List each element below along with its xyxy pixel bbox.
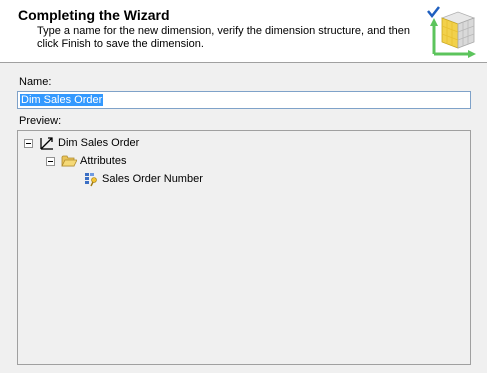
tree-node-dimension[interactable]: Dim Sales Order bbox=[24, 134, 139, 152]
page-description: Type a name for the new dimension, verif… bbox=[37, 25, 410, 50]
dimension-name-input[interactable]: Dim Sales Order bbox=[17, 91, 471, 109]
tree-node-attribute[interactable]: Sales Order Number bbox=[83, 170, 203, 188]
tree-node-attributes-folder[interactable]: Attributes bbox=[46, 152, 126, 170]
folder-open-icon bbox=[61, 155, 77, 167]
key-attribute-icon bbox=[85, 173, 97, 187]
preview-tree[interactable]: Dim Sales Order Attributes Sales Order N… bbox=[17, 130, 471, 365]
dimension-icon bbox=[40, 137, 53, 150]
tree-node-label: Attributes bbox=[80, 155, 127, 167]
name-input-value: Dim Sales Order bbox=[20, 94, 104, 106]
collapse-icon[interactable] bbox=[46, 156, 55, 166]
tree-node-label: Dim Sales Order bbox=[58, 137, 140, 149]
page-title: Completing the Wizard bbox=[18, 7, 170, 23]
collapse-icon[interactable] bbox=[24, 138, 33, 148]
name-label: Name: bbox=[19, 76, 52, 88]
preview-label: Preview: bbox=[19, 115, 62, 127]
tree-node-label: Sales Order Number bbox=[102, 173, 203, 185]
cube-wizard-icon bbox=[427, 6, 476, 58]
wizard-header: Completing the Wizard Type a name for th… bbox=[0, 0, 487, 63]
